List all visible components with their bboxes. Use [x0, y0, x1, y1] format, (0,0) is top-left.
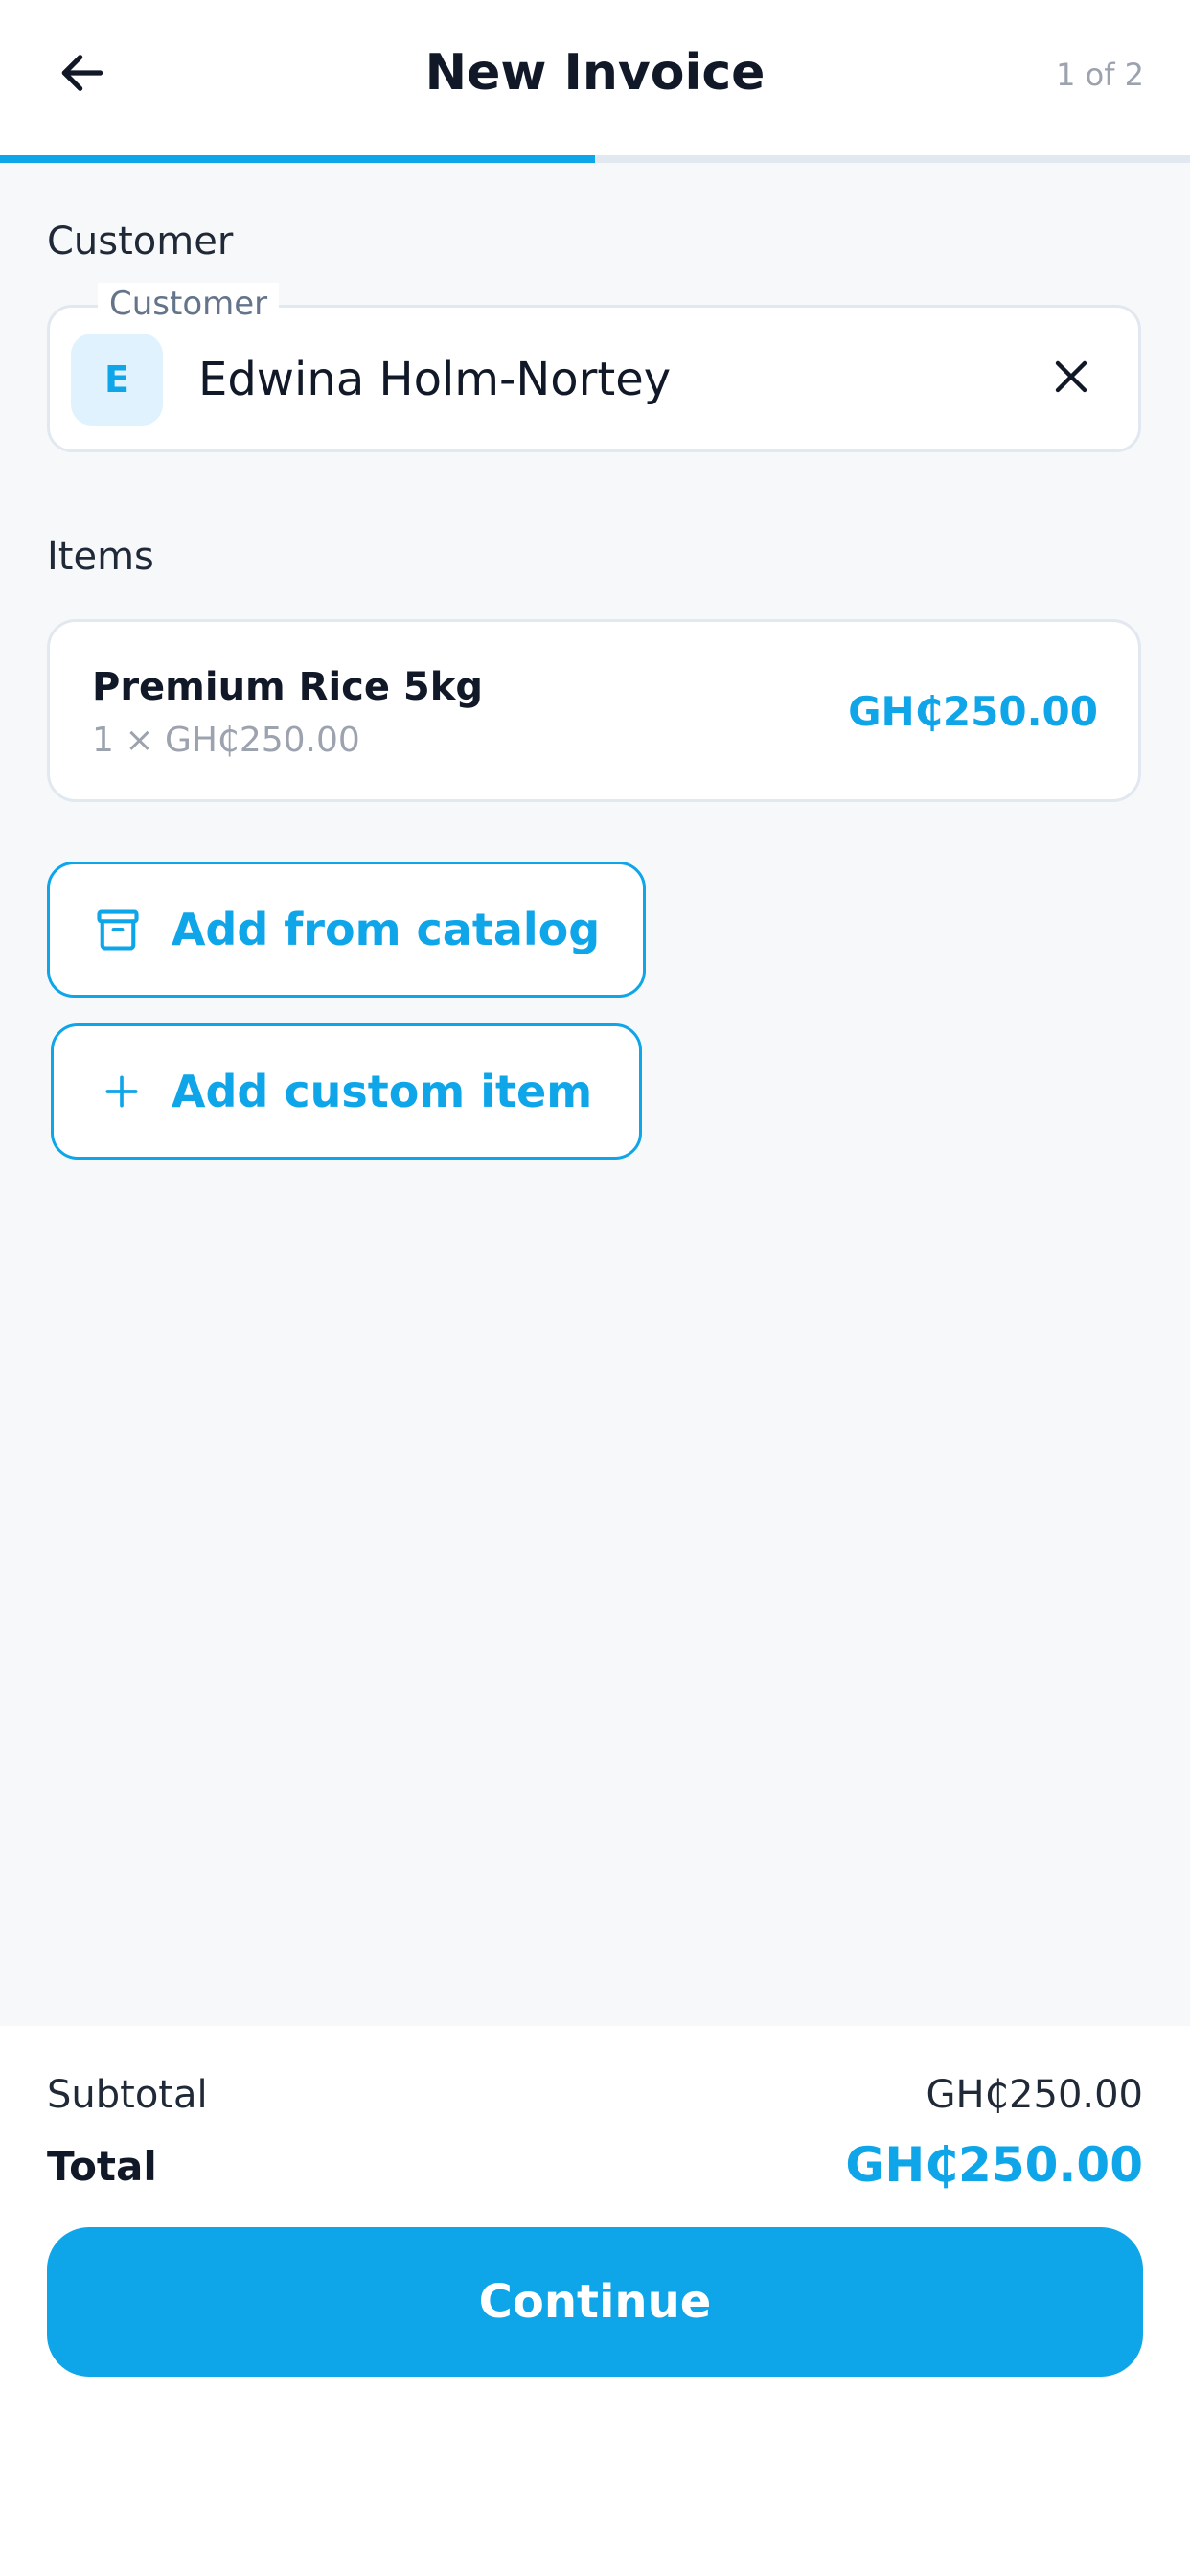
page-title: New Invoice [424, 44, 766, 102]
archive-box-icon [93, 905, 143, 954]
invoice-summary-footer: Subtotal GH₵250.00 Total GH₵250.00 Conti… [0, 2026, 1190, 2576]
subtotal-label: Subtotal [47, 2073, 208, 2117]
item-amount: GH₵250.00 [848, 688, 1098, 735]
items-section-label: Items [47, 535, 154, 579]
item-name: Premium Rice 5kg [92, 665, 483, 709]
total-label: Total [47, 2143, 157, 2190]
avatar: E [71, 334, 163, 426]
progress-bar-fill [0, 155, 595, 163]
step-indicator: 1 of 2 [1056, 57, 1144, 93]
app-header: New Invoice 1 of 2 [0, 0, 1190, 155]
continue-button[interactable]: Continue [47, 2227, 1143, 2377]
add-from-catalog-label: Add from catalog [171, 904, 601, 955]
add-from-catalog-button[interactable]: Add from catalog [47, 862, 646, 998]
customer-section-label: Customer [47, 219, 234, 264]
close-icon [1048, 354, 1094, 403]
customer-field-label: Customer [98, 283, 280, 325]
progress-bar [0, 155, 1190, 163]
plus-icon [101, 1070, 143, 1113]
add-custom-item-label: Add custom item [171, 1066, 593, 1117]
avatar-initial: E [104, 358, 129, 401]
line-item[interactable]: Premium Rice 5kg 1 × GH₵250.00 GH₵250.00 [47, 619, 1141, 802]
total-value: GH₵250.00 [845, 2137, 1143, 2193]
customer-name: Edwina Holm-Nortey [198, 353, 672, 406]
item-quantity-price: 1 × GH₵250.00 [92, 721, 360, 760]
subtotal-value: GH₵250.00 [926, 2073, 1143, 2117]
add-custom-item-button[interactable]: Add custom item [51, 1024, 642, 1160]
clear-customer-button[interactable] [1037, 344, 1106, 413]
customer-field[interactable]: Customer E Edwina Holm-Nortey [47, 283, 1141, 452]
